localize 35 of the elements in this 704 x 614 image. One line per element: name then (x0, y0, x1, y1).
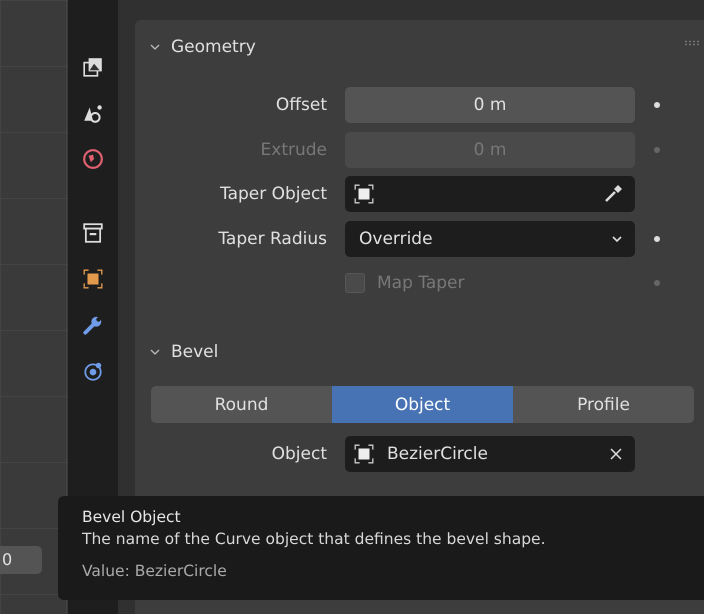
image-icon[interactable] (82, 56, 104, 78)
number-field[interactable]: 0 (0, 546, 42, 574)
number-field[interactable]: 0 m (345, 87, 635, 123)
dropdown[interactable]: Override (345, 220, 635, 256)
object-icon (353, 183, 375, 205)
mode-tab[interactable]: Profile (513, 386, 694, 423)
tooltip-value: Value: BezierCircle (82, 561, 228, 582)
close-icon[interactable] (609, 447, 623, 461)
field-label: Taper Radius (217, 228, 328, 248)
object-field[interactable] (345, 176, 635, 212)
keyframe-dot-icon[interactable] (654, 236, 660, 242)
field-label: Offset (274, 95, 328, 115)
field-label: Taper Object (219, 184, 328, 204)
section-title: Geometry (171, 37, 256, 57)
mode-tab[interactable]: Round (151, 386, 332, 423)
eyedropper-icon[interactable] (603, 184, 623, 204)
section-title: Bevel (171, 342, 218, 362)
field-label: Object (270, 444, 328, 464)
object-name: BezierCircle (387, 444, 489, 464)
orbit-icon[interactable] (82, 360, 104, 382)
mode-tab[interactable]: Object (332, 386, 513, 423)
box-icon[interactable] (82, 222, 104, 244)
object-icon (353, 443, 375, 465)
tooltip-title: Bevel Object (82, 507, 182, 528)
globe-icon[interactable] (82, 148, 104, 170)
object-field[interactable]: BezierCircle (345, 436, 635, 472)
checkbox-label: Map Taper (377, 273, 465, 293)
object-icon[interactable] (82, 268, 104, 290)
wrench-icon[interactable] (82, 314, 104, 336)
drag-handle-icon[interactable] (684, 40, 700, 46)
keyframe-dot-icon[interactable] (654, 102, 660, 108)
keyframe-dot-icon[interactable] (654, 280, 660, 286)
tooltip-description: The name of the Curve object that defines the bevel shape. (82, 529, 547, 550)
keyframe-dot-icon[interactable] (654, 146, 660, 152)
field-label: Extrude (260, 140, 328, 160)
